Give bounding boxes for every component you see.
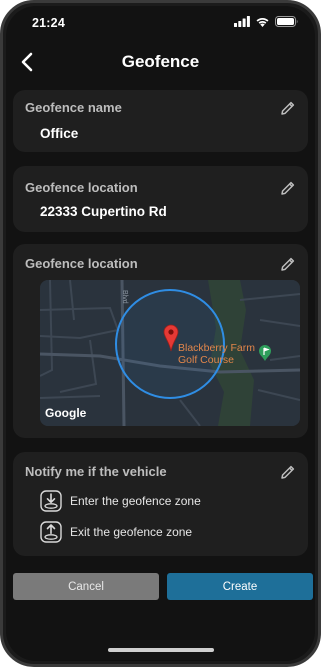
create-button[interactable]: Create xyxy=(167,573,313,600)
home-indicator[interactable] xyxy=(108,648,214,652)
page-title: Geofence xyxy=(121,52,200,71)
notify-option-enter-label: Enter the geofence zone xyxy=(70,494,201,508)
screen: 21:24 Geofence Geofence name Office Geof… xyxy=(6,6,315,661)
notify-label: Notify me if the vehicle xyxy=(25,464,167,479)
golf-course-marker-icon xyxy=(259,345,271,361)
cancel-button[interactable]: Cancel xyxy=(13,573,159,600)
phone-frame: 21:24 Geofence Geofence name Office Geof… xyxy=(0,0,321,667)
road-label: Blvd xyxy=(121,290,128,304)
location-pin-icon[interactable] xyxy=(163,324,179,352)
edit-pencil-icon[interactable] xyxy=(280,464,296,480)
poi-label-line2: Golf Course xyxy=(178,354,235,366)
notify-option-enter[interactable]: Enter the geofence zone xyxy=(40,490,201,512)
notify-option-exit-label: Exit the geofence zone xyxy=(70,525,193,539)
geofence-name-card: Geofence name Office xyxy=(13,90,308,152)
navigation-header: Geofence xyxy=(6,42,315,82)
google-logo: Google xyxy=(45,406,87,420)
geofence-name-value: Office xyxy=(40,126,79,141)
poi-label-line1: Blackberry Farm xyxy=(178,342,256,354)
notify-card: Notify me if the vehicle Enter the geofe… xyxy=(13,452,308,556)
edit-pencil-icon[interactable] xyxy=(280,100,296,116)
geofence-map-label: Geofence location xyxy=(25,256,138,271)
geofence-location-value: 22333 Cupertino Rd xyxy=(40,204,167,219)
edit-pencil-icon[interactable] xyxy=(280,256,296,272)
edit-pencil-icon[interactable] xyxy=(280,180,296,196)
battery-icon xyxy=(275,16,298,27)
enter-zone-icon xyxy=(40,490,62,512)
geofence-name-label: Geofence name xyxy=(25,100,122,115)
status-icons xyxy=(234,16,299,27)
poi-label: Blackberry Farm Golf Course xyxy=(178,342,255,366)
exit-zone-icon xyxy=(40,521,62,543)
status-bar: 21:24 xyxy=(6,6,315,40)
geofence-location-card: Geofence location 22333 Cupertino Rd xyxy=(13,166,308,232)
geofence-location-label: Geofence location xyxy=(25,180,138,195)
cellular-signal-icon xyxy=(234,16,250,27)
status-time: 21:24 xyxy=(32,16,65,30)
geofence-map-card: Geofence location Blackberry Farm Golf C… xyxy=(13,244,308,438)
geofence-map[interactable]: Blackberry Farm Golf Course Blvd Google xyxy=(40,280,300,426)
notify-option-exit[interactable]: Exit the geofence zone xyxy=(40,521,192,543)
wifi-icon xyxy=(256,17,269,27)
